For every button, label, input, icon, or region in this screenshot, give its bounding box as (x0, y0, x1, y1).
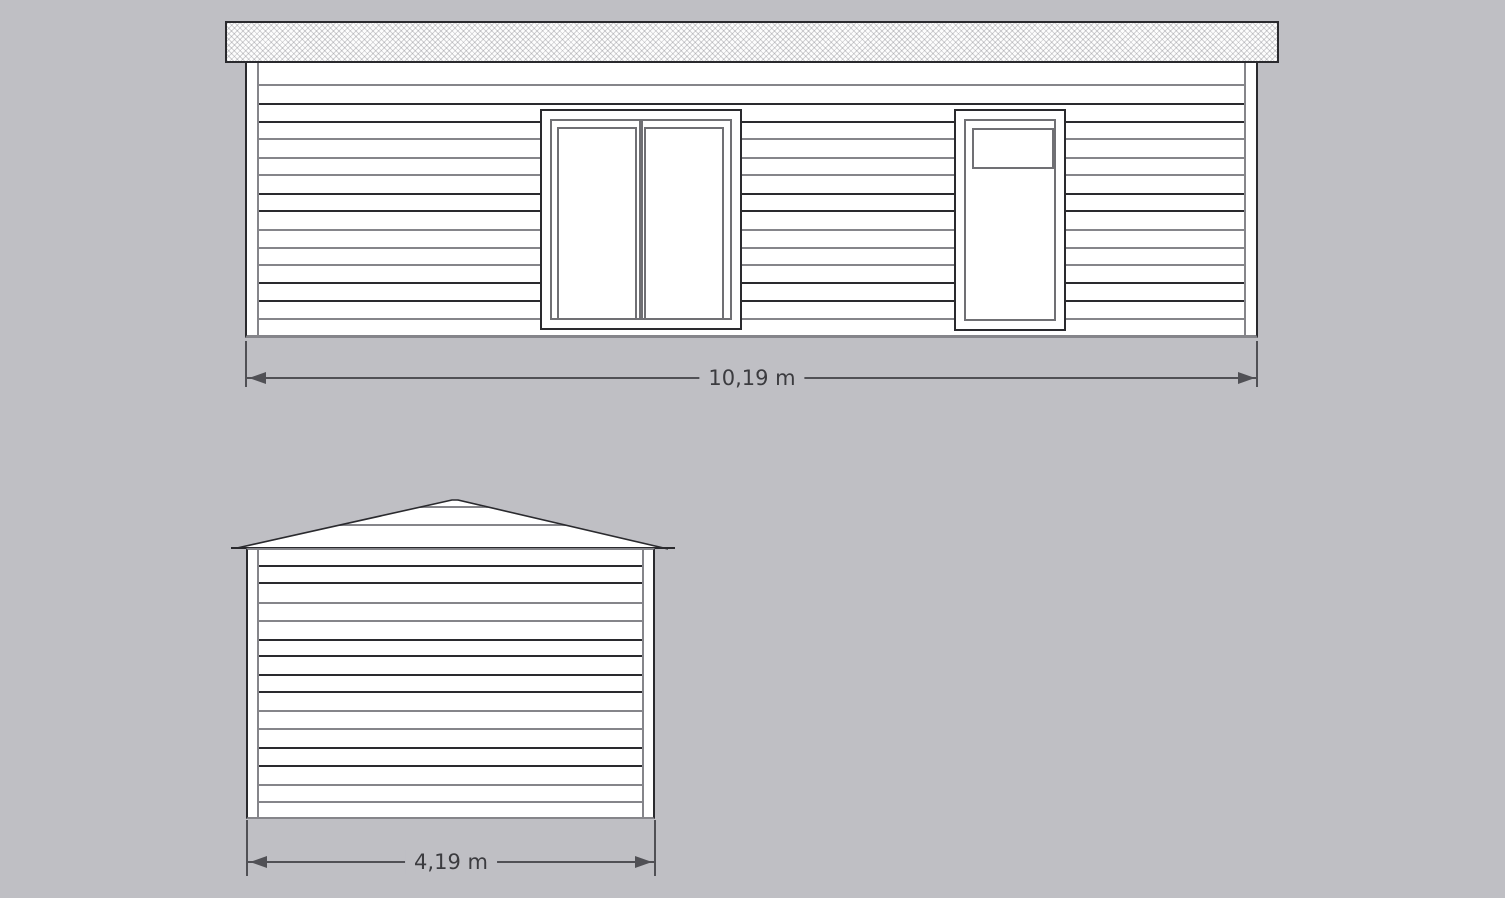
front-roof-fascia[interactable] (225, 21, 1279, 63)
dimension-arrow-left (250, 856, 267, 868)
extension-line-right (654, 820, 656, 876)
siding-line (259, 710, 642, 712)
siding-line (259, 318, 1244, 320)
double-window[interactable] (540, 109, 742, 330)
siding-line (259, 138, 1244, 140)
extension-line-left (246, 820, 248, 876)
siding-line (259, 247, 1244, 249)
right-corner-board-line (642, 550, 644, 817)
drawing-canvas[interactable]: 10,19 m 4,19 m (0, 0, 1505, 898)
siding-line (259, 691, 642, 693)
window-right-pane (644, 127, 724, 320)
right-corner-board-line (1244, 63, 1246, 335)
left-corner-board-line (257, 63, 259, 335)
siding-line (259, 103, 1244, 105)
siding-line (259, 121, 1244, 123)
siding-line (259, 620, 642, 622)
entry-door[interactable] (954, 109, 1066, 331)
siding-line (259, 655, 642, 657)
window-mullion (639, 121, 643, 318)
side-wall-siding (259, 550, 642, 817)
left-corner-board-line (257, 550, 259, 817)
siding-line (259, 728, 642, 730)
siding-line (259, 747, 642, 749)
siding-line (259, 282, 1244, 284)
siding-line (259, 602, 642, 604)
siding-line (259, 784, 642, 786)
siding-line (259, 565, 642, 567)
siding-line (259, 264, 1244, 266)
siding-line (259, 174, 1244, 176)
dimension-arrow-right (635, 856, 652, 868)
roof-slope-lines (237, 500, 668, 549)
siding-line (259, 157, 1244, 159)
siding-line (259, 229, 1244, 231)
front-wall-siding (259, 63, 1244, 335)
siding-line (259, 300, 1244, 302)
gable-roof-outline[interactable] (230, 494, 676, 552)
side-dimension-label: 4,19 m (405, 850, 497, 874)
side-wall[interactable] (246, 548, 655, 819)
front-dimension-label: 10,19 m (699, 366, 804, 390)
siding-line (259, 639, 642, 641)
extension-line-right (1256, 341, 1258, 387)
front-wall[interactable] (245, 63, 1258, 338)
siding-line (259, 582, 642, 584)
siding-line (259, 674, 642, 676)
door-glazing-panel (972, 128, 1054, 169)
siding-line (259, 765, 642, 767)
siding-line (259, 193, 1244, 195)
siding-line (259, 84, 1244, 86)
extension-line-left (245, 341, 247, 387)
siding-line (259, 210, 1244, 212)
dimension-arrow-right (1238, 372, 1255, 384)
dimension-arrow-left (249, 372, 266, 384)
siding-line (259, 801, 642, 803)
window-left-pane (557, 127, 637, 320)
